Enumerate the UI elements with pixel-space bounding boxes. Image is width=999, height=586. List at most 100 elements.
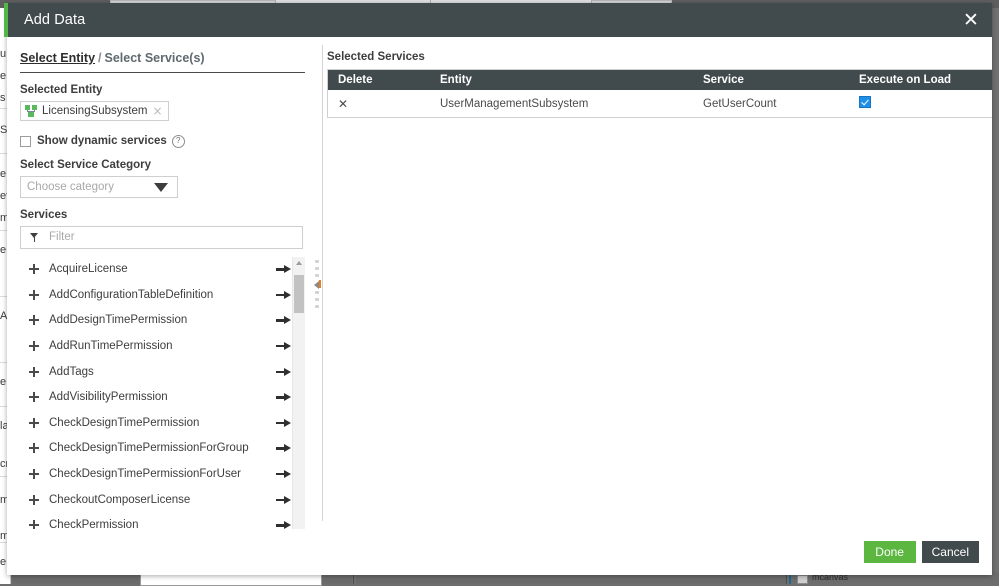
services-label: Services: [20, 208, 68, 221]
close-icon[interactable]: ✕: [960, 9, 982, 31]
show-dynamic-services-row[interactable]: Show dynamic services ?: [20, 134, 304, 148]
drag-handle-icon[interactable]: [28, 289, 40, 301]
service-list-item-label: CheckDesignTimePermissionForUser: [49, 468, 241, 481]
remove-entity-icon[interactable]: ×: [152, 104, 162, 118]
background-bottom-input: [140, 574, 322, 586]
scrollbar-thumb[interactable]: [294, 274, 304, 313]
breadcrumb-select-services[interactable]: Select Service(s): [105, 51, 205, 65]
add-service-arrow-icon[interactable]: [276, 443, 292, 453]
add-service-arrow-icon[interactable]: [276, 315, 292, 325]
drag-handle-icon[interactable]: [28, 442, 40, 454]
services-list-wrap: AcquireLicense AddConfigurationTableDefin…: [20, 256, 305, 529]
service-list-item[interactable]: AddDesignTimePermission: [20, 308, 292, 334]
cell-service: GetUserCount: [693, 90, 849, 118]
service-list-item-label: AddDesignTimePermission: [49, 314, 188, 327]
selected-services-label: Selected Services: [327, 51, 425, 63]
splitter-handle[interactable]: [313, 260, 321, 308]
service-list-item[interactable]: AcquireLicense: [20, 257, 292, 283]
dialog-accent-stripe: [4, 3, 8, 37]
service-list-item-label: AddRunTimePermission: [49, 340, 173, 353]
breadcrumb-separator: /: [98, 51, 102, 65]
breadcrumb-select-entity[interactable]: Select Entity: [20, 51, 95, 65]
add-service-arrow-icon[interactable]: [276, 290, 292, 300]
selected-services-pane: Selected Services Delete Entity Service …: [304, 37, 992, 529]
subsystem-icon: [25, 104, 38, 118]
page-root: u e s S e ef m e A e la cr m m e mcanvas…: [0, 0, 999, 586]
dialog-title-bar: Add Data ✕: [4, 3, 992, 37]
service-list-item[interactable]: CheckDesignTimePermission: [20, 410, 292, 436]
service-list-item[interactable]: CheckDesignTimePermissionForGroup: [20, 436, 292, 462]
services-filter-input[interactable]: [47, 230, 291, 244]
service-list-item[interactable]: CheckPermission: [20, 512, 292, 529]
column-header-service: Service: [693, 69, 849, 90]
service-list-item[interactable]: AddTags: [20, 359, 292, 385]
select-service-category-label: Select Service Category: [20, 158, 152, 171]
service-list-item-label: CheckDesignTimePermissionForGroup: [49, 442, 249, 455]
drag-handle-icon[interactable]: [28, 263, 40, 275]
filter-icon: [30, 232, 39, 242]
dialog-footer: Done Cancel: [7, 529, 992, 575]
column-header-execute-on-load: Execute on Load: [849, 69, 992, 90]
drag-handle-icon[interactable]: [28, 494, 40, 506]
service-list-item[interactable]: CheckoutComposerLicense: [20, 487, 292, 513]
add-service-arrow-icon[interactable]: [276, 367, 292, 377]
service-list-item[interactable]: AddVisibilityPermission: [20, 384, 292, 410]
add-data-dialog: Add Data ✕ Select Entity / Select Service(…: [4, 3, 992, 575]
service-list-item-label: AddTags: [49, 365, 94, 378]
add-service-arrow-icon[interactable]: [276, 392, 292, 402]
drag-handle-icon[interactable]: [28, 391, 40, 403]
scroll-down-button[interactable]: [293, 524, 305, 529]
add-service-arrow-icon[interactable]: [276, 341, 292, 351]
add-service-arrow-icon[interactable]: [276, 495, 292, 505]
service-list-item[interactable]: AddRunTimePermission: [20, 333, 292, 359]
service-category-value: Choose category: [27, 180, 114, 193]
add-service-arrow-icon[interactable]: [276, 469, 292, 479]
service-list-item-label: CheckoutComposerLicense: [49, 493, 191, 506]
cell-execute-on-load: [849, 90, 992, 118]
table-row[interactable]: ✕ UserManagementSubsystem GetUserCount: [327, 90, 992, 118]
add-service-arrow-icon[interactable]: [276, 264, 292, 274]
cell-entity: UserManagementSubsystem: [430, 90, 693, 118]
table-header-row: Delete Entity Service Execute on Load: [327, 69, 992, 90]
delete-row-icon[interactable]: ✕: [338, 97, 348, 111]
selected-entity-chip[interactable]: LicensingSubsystem ×: [20, 101, 169, 121]
service-list-item[interactable]: CheckDesignTimePermissionForUser: [20, 461, 292, 487]
show-dynamic-services-label: Show dynamic services: [37, 135, 167, 147]
services-filter-box[interactable]: [20, 225, 303, 249]
selected-entity-label: Selected Entity: [20, 84, 103, 96]
service-list-item-label: CheckPermission: [49, 519, 139, 529]
select-entity-pane: Select Entity / Select Service(s) Selected…: [7, 37, 305, 529]
execute-on-load-checkbox[interactable]: [859, 96, 871, 108]
dialog-body: Select Entity / Select Service(s) Selected…: [7, 37, 992, 529]
cancel-button[interactable]: Cancel: [921, 541, 979, 563]
dialog-title: Add Data: [24, 12, 86, 28]
service-list-item[interactable]: AddConfigurationTableDefinition: [20, 282, 292, 308]
background-bottom-panel-mid: [356, 575, 786, 584]
drag-handle-icon[interactable]: [28, 340, 40, 352]
help-icon[interactable]: ?: [171, 134, 185, 148]
show-dynamic-services-checkbox[interactable]: [20, 135, 31, 147]
drag-handle-icon[interactable]: [28, 468, 40, 480]
service-list-item-label: CheckDesignTimePermission: [49, 416, 200, 429]
column-header-entity: Entity: [430, 69, 693, 90]
drag-handle-icon[interactable]: [28, 314, 40, 326]
drag-handle-icon[interactable]: [28, 519, 40, 529]
service-category-select[interactable]: Choose category: [20, 175, 178, 198]
entity-chip-label: LicensingSubsystem: [42, 105, 148, 117]
add-service-arrow-icon[interactable]: [276, 520, 292, 529]
scroll-up-button[interactable]: [293, 256, 305, 269]
column-header-delete: Delete: [327, 69, 430, 90]
chevron-down-icon: [154, 182, 168, 192]
add-service-arrow-icon[interactable]: [276, 418, 292, 428]
cell-delete: ✕: [327, 90, 430, 118]
service-list-item-label: AddVisibilityPermission: [49, 391, 168, 404]
done-button[interactable]: Done: [863, 541, 916, 563]
drag-handle-icon[interactable]: [28, 366, 40, 378]
services-scrollbar[interactable]: [292, 256, 305, 529]
pane-splitter[interactable]: [310, 37, 324, 529]
services-list[interactable]: AcquireLicense AddConfigurationTableDefin…: [20, 257, 292, 529]
selected-services-table: Delete Entity Service Execute on Load ✕ U…: [327, 69, 992, 118]
drag-handle-icon[interactable]: [28, 417, 40, 429]
service-list-item-label: AddConfigurationTableDefinition: [49, 288, 214, 301]
background-bottom-row-icon: [797, 575, 808, 584]
